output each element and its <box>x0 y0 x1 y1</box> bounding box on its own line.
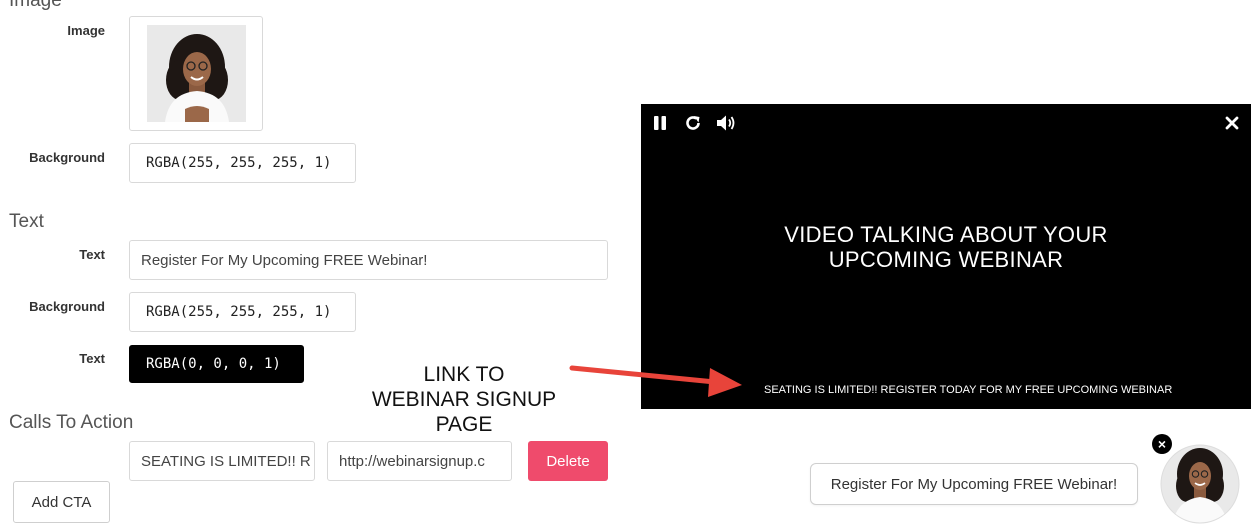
add-cta-button[interactable]: Add CTA <box>13 481 110 523</box>
delete-cta-button[interactable]: Delete <box>528 441 608 481</box>
image-background-label: Background <box>29 150 105 165</box>
section-title-cta: Calls To Action <box>9 412 134 433</box>
annotation-line-1: LINK TO <box>423 363 505 386</box>
section-title-text: Text <box>9 211 44 232</box>
widget-close-icon[interactable]: × <box>1152 434 1172 454</box>
annotation-line-2: WEBINAR SIGNUP <box>371 388 557 411</box>
image-picker[interactable] <box>129 16 263 131</box>
annotation-label: LINK TO WEBINAR SIGNUP PAGE <box>354 362 574 437</box>
text-color-label: Text <box>79 351 105 366</box>
cta-url-input[interactable]: http://webinarsignup.c <box>327 441 512 481</box>
video-message: VIDEO TALKING ABOUT YOUR UPCOMING WEBINA… <box>641 222 1251 272</box>
widget-cta-button[interactable]: Register For My Upcoming FREE Webinar! <box>810 463 1138 505</box>
cta-text-input[interactable]: SEATING IS LIMITED!! R <box>129 441 315 481</box>
text-color-input[interactable]: RGBA(0, 0, 0, 1) <box>129 345 304 383</box>
video-message-line-2: UPCOMING WEBINAR <box>828 247 1064 272</box>
arrow-annotation <box>569 365 742 397</box>
image-label: Image <box>67 23 105 38</box>
video-cta-link[interactable]: SEATING IS LIMITED!! REGISTER TODAY FOR … <box>764 384 1172 396</box>
video-message-line-1: VIDEO TALKING ABOUT YOUR <box>784 222 1108 247</box>
replay-icon[interactable] <box>684 114 702 132</box>
section-title-image: Image <box>9 0 62 11</box>
text-background-label: Background <box>29 299 105 314</box>
text-input[interactable]: Register For My Upcoming FREE Webinar! <box>129 240 608 280</box>
text-background-input[interactable]: RGBA(255, 255, 255, 1) <box>129 292 356 332</box>
image-background-input[interactable]: RGBA(255, 255, 255, 1) <box>129 143 356 183</box>
widget-avatar[interactable] <box>1160 444 1240 524</box>
text-label: Text <box>79 247 105 262</box>
avatar <box>147 25 246 122</box>
close-icon[interactable] <box>1225 116 1239 130</box>
volume-icon[interactable] <box>716 114 738 132</box>
pause-icon[interactable] <box>652 115 668 131</box>
annotation-line-3: PAGE <box>435 413 493 436</box>
